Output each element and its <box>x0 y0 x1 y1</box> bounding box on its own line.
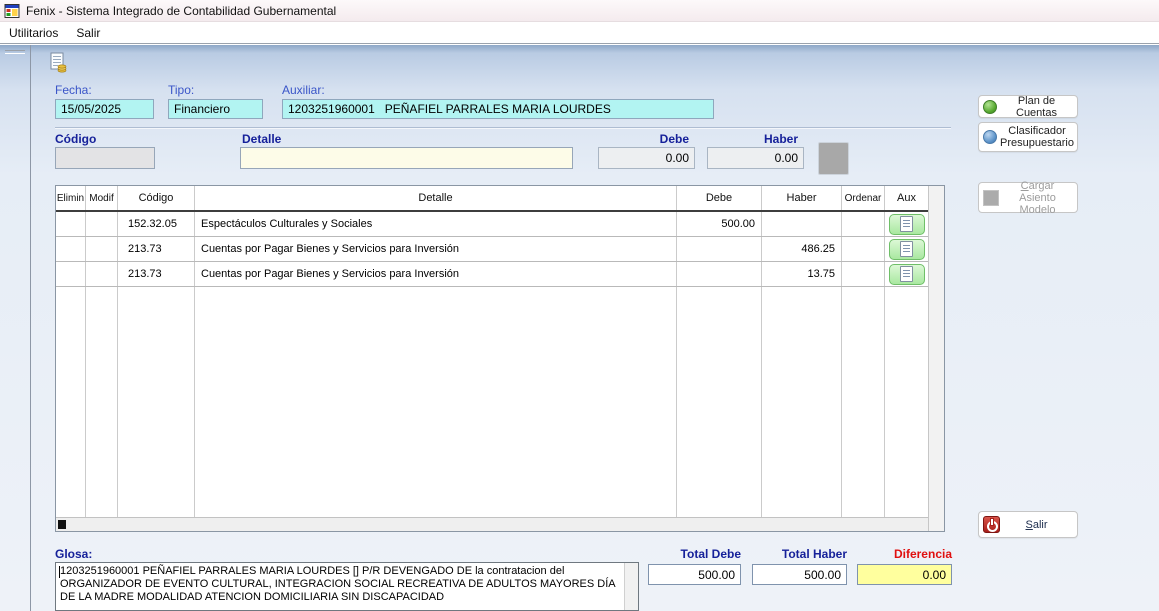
haber-entry-input[interactable] <box>707 147 804 169</box>
glosa-scrollbar[interactable] <box>624 563 638 610</box>
auxiliar-input[interactable] <box>282 99 714 119</box>
entries-table: Elimin Modif Código Detalle Debe Haber O… <box>55 185 945 532</box>
gray-square-icon <box>983 190 999 206</box>
header-detalle[interactable]: Detalle <box>195 186 677 210</box>
detalle-label: Detalle <box>242 132 281 146</box>
fecha-label: Fecha: <box>55 83 92 97</box>
cell-detalle: Espectáculos Culturales y Sociales <box>195 212 677 236</box>
document-icon <box>900 266 913 282</box>
horizontal-scrollbar[interactable] <box>56 517 928 531</box>
cell-codigo: 152.32.05 <box>118 212 195 236</box>
header-haber[interactable]: Haber <box>762 186 842 210</box>
green-sphere-icon <box>983 100 997 114</box>
menu-bar: Utilitarios Salir <box>0 22 1159 44</box>
cell-modif[interactable] <box>86 212 118 236</box>
header-codigo[interactable]: Código <box>118 186 195 210</box>
glosa-textarea[interactable]: 1203251960001 PEÑAFIEL PARRALES MARIA LO… <box>55 562 639 611</box>
scrollbar-thumb[interactable] <box>58 520 66 529</box>
cell-ordenar[interactable] <box>842 212 885 236</box>
power-icon <box>983 516 1000 533</box>
cell-elimin[interactable] <box>56 262 86 286</box>
table-header-row: Elimin Modif Código Detalle Debe Haber O… <box>56 186 928 212</box>
cell-detalle: Cuentas por Pagar Bienes y Servicios par… <box>195 237 677 261</box>
tipo-label: Tipo: <box>168 83 194 97</box>
tipo-input[interactable] <box>168 99 263 119</box>
journal-entry-icon[interactable] <box>46 50 70 74</box>
aux-button[interactable] <box>889 264 925 285</box>
diferencia-label: Diferencia <box>857 547 952 561</box>
cell-ordenar[interactable] <box>842 262 885 286</box>
cargar-label-line2: Modelo <box>1019 204 1055 216</box>
detalle-entry-input[interactable] <box>240 147 573 169</box>
title-bar: Fenix - Sistema Integrado de Contabilida… <box>0 0 1159 22</box>
clasificador-presupuestario-button[interactable]: Clasificador Presupuestario <box>978 122 1078 152</box>
debe-entry-input[interactable] <box>598 147 695 169</box>
salir-mnemonic: S <box>1025 519 1032 531</box>
header-elimin[interactable]: Elimin <box>56 186 86 210</box>
table-empty-area <box>56 287 928 517</box>
add-entry-button[interactable] <box>818 142 849 175</box>
debe-label: Debe <box>598 132 689 146</box>
diferencia-value <box>857 564 952 585</box>
app-icon <box>4 4 20 18</box>
cell-haber: 486.25 <box>762 237 842 261</box>
cargar-mnemonic: C <box>1021 180 1029 192</box>
document-icon <box>900 241 913 257</box>
cell-haber <box>762 212 842 236</box>
table-row[interactable]: 213.73 Cuentas por Pagar Bienes y Servic… <box>56 262 928 287</box>
salir-label: alir <box>1033 519 1048 531</box>
vertical-scrollbar[interactable] <box>928 186 944 531</box>
aux-button[interactable] <box>889 239 925 260</box>
cell-modif[interactable] <box>86 262 118 286</box>
glosa-text: 1203251960001 PEÑAFIEL PARRALES MARIA LO… <box>60 565 621 604</box>
splitter-handle[interactable] <box>5 50 25 54</box>
separator-line <box>55 127 951 129</box>
menu-utilitarios[interactable]: Utilitarios <box>0 23 67 43</box>
header-modif[interactable]: Modif <box>86 186 118 210</box>
glosa-label: Glosa: <box>55 547 92 561</box>
auxiliar-label: Auxiliar: <box>282 83 325 97</box>
header-ordenar[interactable]: Ordenar <box>842 186 885 210</box>
window-title: Fenix - Sistema Integrado de Contabilida… <box>26 4 336 18</box>
document-icon <box>900 216 913 232</box>
clasificador-label-line1: Clasificador <box>1008 125 1065 137</box>
haber-label: Haber <box>707 132 798 146</box>
cell-ordenar[interactable] <box>842 237 885 261</box>
clasificador-label-line2: Presupuestario <box>1000 137 1074 149</box>
header-aux[interactable]: Aux <box>885 186 928 210</box>
menu-salir[interactable]: Salir <box>67 23 109 43</box>
cargar-asiento-modelo-button[interactable]: Cargar Asiento Modelo <box>978 182 1078 213</box>
total-haber-label: Total Haber <box>752 547 847 561</box>
blue-sphere-icon <box>983 130 997 144</box>
salir-button[interactable]: Salir <box>978 511 1078 538</box>
total-debe-label: Total Debe <box>648 547 741 561</box>
table-row[interactable]: 152.32.05 Espectáculos Culturales y Soci… <box>56 212 928 237</box>
table-row[interactable]: 213.73 Cuentas por Pagar Bienes y Servic… <box>56 237 928 262</box>
cell-detalle: Cuentas por Pagar Bienes y Servicios par… <box>195 262 677 286</box>
aux-button[interactable] <box>889 214 925 235</box>
codigo-label: Código <box>55 132 96 146</box>
cell-debe: 500.00 <box>677 212 762 236</box>
cell-debe <box>677 237 762 261</box>
cell-haber: 13.75 <box>762 262 842 286</box>
total-debe-value <box>648 564 741 585</box>
cell-elimin[interactable] <box>56 212 86 236</box>
app-window: Fenix - Sistema Integrado de Contabilida… <box>0 0 1159 611</box>
cell-codigo: 213.73 <box>118 262 195 286</box>
header-debe[interactable]: Debe <box>677 186 762 210</box>
cell-modif[interactable] <box>86 237 118 261</box>
fecha-input[interactable] <box>55 99 154 119</box>
cell-elimin[interactable] <box>56 237 86 261</box>
codigo-entry-input[interactable] <box>55 147 155 169</box>
plan-de-cuentas-button[interactable]: Plan de Cuentas <box>978 95 1078 118</box>
plan-de-cuentas-label: Plan de Cuentas <box>1000 95 1073 119</box>
left-panel <box>0 45 31 611</box>
total-haber-value <box>752 564 847 585</box>
cell-codigo: 213.73 <box>118 237 195 261</box>
cell-debe <box>677 262 762 286</box>
